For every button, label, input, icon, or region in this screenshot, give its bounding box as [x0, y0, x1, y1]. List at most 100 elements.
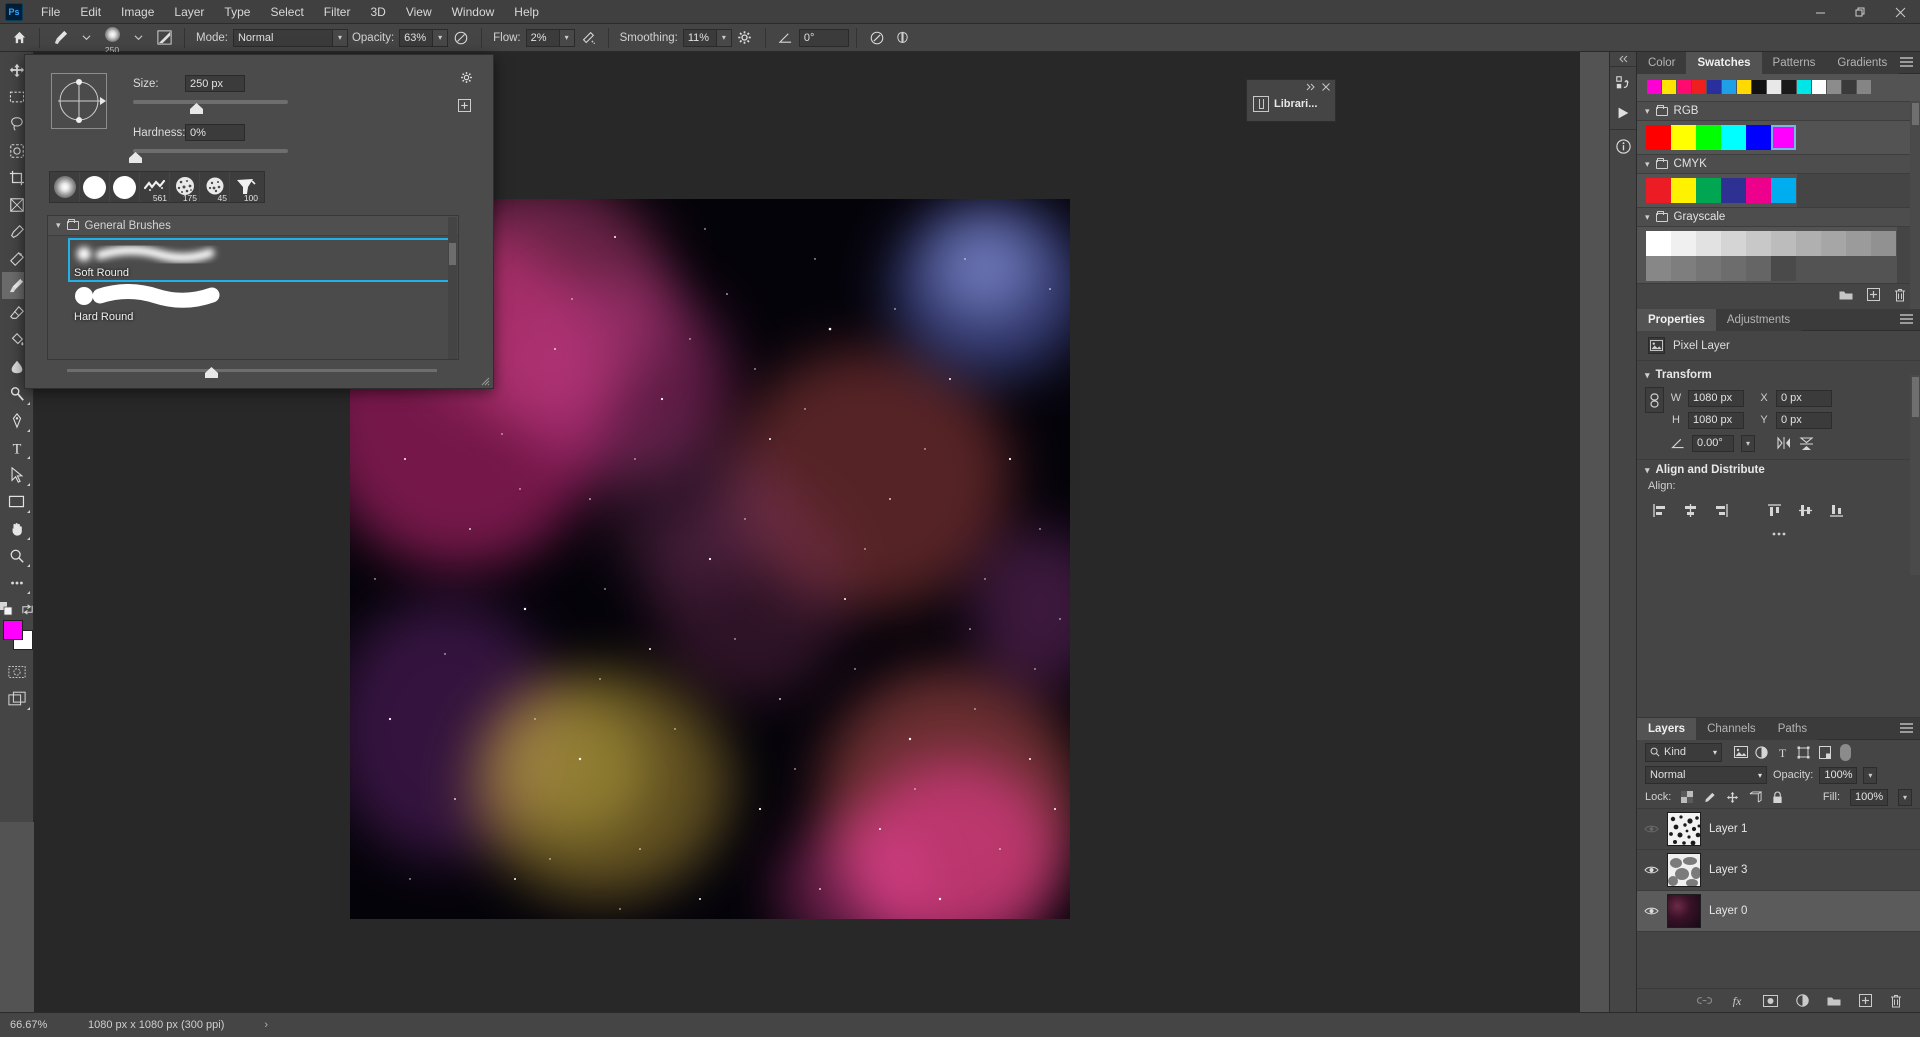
filter-type-icon[interactable]: T: [1772, 742, 1793, 762]
tab-channels[interactable]: Channels: [1696, 718, 1767, 740]
kyle-brush-preset[interactable]: 100: [230, 172, 260, 203]
tab-patterns[interactable]: Patterns: [1761, 52, 1827, 74]
brush-preset-picker-dropdown[interactable]: [125, 27, 151, 49]
tab-adjustments[interactable]: Adjustments: [1715, 309, 1802, 331]
more-options-icon[interactable]: [1771, 531, 1787, 537]
flow-input[interactable]: 2% ▾: [525, 28, 575, 47]
home-icon[interactable]: [6, 27, 32, 49]
layer-visibility-toggle[interactable]: [1643, 865, 1659, 875]
menu-image[interactable]: Image: [111, 1, 164, 23]
align-horizontal-centers-icon[interactable]: [1682, 502, 1698, 518]
tab-paths[interactable]: Paths: [1766, 718, 1819, 740]
flat-fan-preset[interactable]: 561: [140, 172, 170, 203]
align-right-edges-icon[interactable]: [1713, 502, 1729, 518]
new-preset-icon[interactable]: [458, 99, 471, 112]
filter-adjustment-icon[interactable]: [1751, 742, 1772, 762]
lock-artboard-icon[interactable]: [1749, 790, 1763, 804]
menu-file[interactable]: File: [31, 1, 70, 23]
opacity-input[interactable]: 63% ▾: [399, 28, 449, 47]
height-input[interactable]: 1080 px: [1688, 411, 1744, 429]
menu-select[interactable]: Select: [260, 1, 313, 23]
gear-icon[interactable]: [732, 27, 758, 49]
layer-blend-mode-select[interactable]: Normal ▾: [1645, 766, 1767, 784]
brush-tool-dropdown[interactable]: [73, 27, 99, 49]
layer-thumbnail[interactable]: [1667, 853, 1701, 887]
tool-zoom[interactable]: [2, 542, 32, 569]
menu-window[interactable]: Window: [442, 1, 505, 23]
hardness-slider-track[interactable]: [133, 149, 288, 153]
quick-mask-icon[interactable]: [2, 658, 32, 685]
brush-preset-hard-round[interactable]: Hard Round: [70, 284, 454, 324]
brush-preset-preview[interactable]: 250: [99, 26, 125, 55]
grayscale-swatch-grid[interactable]: [1637, 227, 1897, 283]
brush-angle-value[interactable]: 0°: [798, 28, 849, 47]
smoothing-input[interactable]: 11% ▾: [682, 28, 732, 47]
swatch-group-cmyk[interactable]: ▾ CMYK: [1637, 154, 1920, 174]
brush-preset-list[interactable]: ▾ General Brushes Soft Round Hard Round: [47, 215, 459, 360]
new-swatch-icon[interactable]: [1867, 288, 1880, 301]
brush-preset-picker-popup[interactable]: Size: 250 px Hardness: 0% 561 175 45 100…: [24, 54, 494, 389]
blend-mode-select[interactable]: Normal ▾: [232, 28, 348, 47]
close-button[interactable]: [1880, 0, 1920, 24]
info-icon[interactable]: [1611, 134, 1635, 158]
flip-horizontal-icon[interactable]: [1776, 436, 1792, 450]
layer-mask-icon[interactable]: [1763, 994, 1778, 1007]
layer-row-layer-1[interactable]: Layer 1: [1637, 809, 1920, 850]
size-slider-knob[interactable]: [190, 103, 203, 114]
size-slider-track[interactable]: [133, 100, 288, 104]
chevron-down-icon[interactable]: ▾: [1898, 788, 1912, 806]
layer-visibility-toggle[interactable]: [1643, 906, 1659, 916]
swatch-group-rgb[interactable]: ▾ RGB: [1637, 101, 1920, 121]
libraries-tab[interactable]: Librari...: [1247, 94, 1335, 112]
align-section-header[interactable]: ▾ Align and Distribute: [1637, 460, 1920, 480]
scrollbar-thumb[interactable]: [1912, 103, 1919, 125]
swatch-group-grayscale[interactable]: ▾ Grayscale: [1637, 207, 1920, 227]
history-icon[interactable]: [1611, 71, 1635, 95]
layer-thumbnail[interactable]: [1667, 894, 1701, 928]
layer-name[interactable]: Layer 3: [1709, 864, 1747, 876]
rgb-swatch-grid[interactable]: [1637, 121, 1920, 154]
menu-help[interactable]: Help: [504, 1, 549, 23]
brush-list-scrollbar[interactable]: [448, 217, 457, 359]
tab-color[interactable]: Color: [1637, 52, 1687, 74]
layer-thumbnail[interactable]: [1667, 812, 1701, 846]
panel-menu-icon[interactable]: [1900, 723, 1913, 733]
tool-hand[interactable]: [2, 515, 32, 542]
maximize-button[interactable]: [1840, 0, 1880, 24]
cmyk-swatch-grid[interactable]: [1637, 174, 1797, 207]
tool-rectangle[interactable]: [2, 488, 32, 515]
tool-edit-toolbar[interactable]: [2, 569, 32, 596]
layer-name[interactable]: Layer 0: [1709, 905, 1747, 917]
resize-grip-icon[interactable]: [481, 377, 490, 386]
play-actions-icon[interactable]: [1611, 101, 1635, 125]
airbrush-icon[interactable]: [575, 27, 601, 49]
filter-pixel-icon[interactable]: [1730, 742, 1751, 762]
properties-scrollbar[interactable]: [1910, 375, 1920, 575]
filter-smart-object-icon[interactable]: [1814, 742, 1835, 762]
layer-name[interactable]: Layer 1: [1709, 823, 1747, 835]
chevron-down-icon[interactable]: ▾: [1741, 434, 1755, 452]
layer-fill-input[interactable]: 100%: [1850, 788, 1888, 806]
lock-transparent-pixels-icon[interactable]: [1681, 791, 1694, 803]
layer-filter-kind-select[interactable]: Kind ▾: [1645, 742, 1722, 762]
scrollbar-thumb[interactable]: [1912, 377, 1919, 417]
hard-round-preset[interactable]: [80, 172, 110, 202]
tool-horizontal-type[interactable]: T: [2, 434, 32, 461]
panel-menu-icon[interactable]: [1900, 57, 1913, 67]
brush-preset-soft-round[interactable]: Soft Round: [68, 238, 456, 282]
double-chevron-left-icon[interactable]: [1610, 52, 1636, 66]
color-swatches[interactable]: [1, 620, 33, 652]
delete-layer-icon[interactable]: [1890, 994, 1902, 1008]
hard-round-pressure-preset[interactable]: [110, 172, 140, 202]
new-group-icon[interactable]: [1839, 289, 1853, 300]
chalk-small-preset[interactable]: 45: [200, 172, 230, 203]
chalk-preset[interactable]: 175: [170, 172, 200, 203]
link-layers-icon[interactable]: [1697, 996, 1712, 1005]
delete-swatch-icon[interactable]: [1894, 288, 1906, 302]
libraries-panel[interactable]: Librari...: [1246, 79, 1336, 122]
foreground-color-swatch[interactable]: [2, 620, 23, 640]
layer-styles-icon[interactable]: fx: [1730, 994, 1745, 1007]
tab-swatches[interactable]: Swatches: [1686, 52, 1762, 74]
double-chevron-right-icon[interactable]: [1306, 83, 1316, 91]
soft-round-preset[interactable]: [50, 172, 80, 202]
